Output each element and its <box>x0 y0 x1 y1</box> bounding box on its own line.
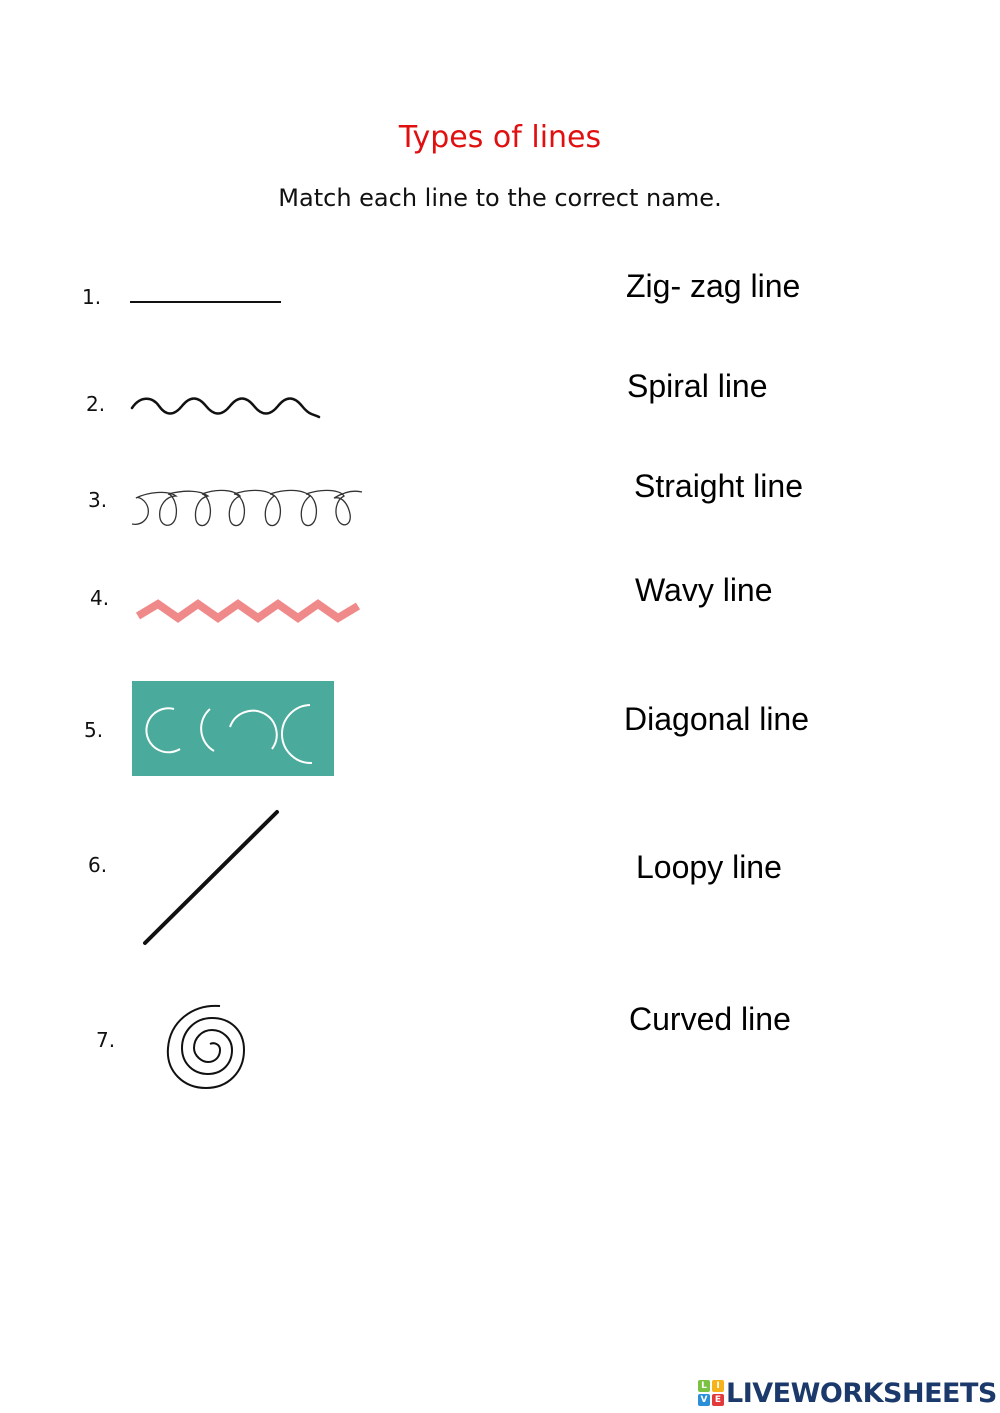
name-option-spiral[interactable]: Spiral line <box>627 368 768 405</box>
spiral-line-drawing <box>166 1004 246 1090</box>
liveworksheets-logo: L I V E LIVEWORKSHEETS <box>698 1376 997 1410</box>
curved-lines-drawing <box>132 681 334 776</box>
zig-zag-line-drawing <box>135 599 361 623</box>
item-number-3: 3. <box>88 488 108 512</box>
name-option-curved[interactable]: Curved line <box>629 1001 791 1038</box>
item-number-7: 7. <box>96 1028 116 1052</box>
wavy-line-drawing <box>130 397 321 419</box>
item-number-6: 6. <box>88 853 108 877</box>
logo-text: LIVEWORKSHEETS <box>726 1377 997 1409</box>
item-number-2: 2. <box>86 392 106 416</box>
worksheet-title: Types of lines <box>398 120 602 155</box>
straight-line-drawing <box>130 301 281 303</box>
loopy-line-drawing <box>131 489 363 527</box>
logo-letter: I <box>712 1380 724 1392</box>
logo-grid-icon: L I V E <box>698 1380 724 1406</box>
name-option-zig-zag[interactable]: Zig- zag line <box>626 268 800 305</box>
name-option-straight[interactable]: Straight line <box>634 468 803 505</box>
name-option-diagonal[interactable]: Diagonal line <box>624 701 809 738</box>
name-option-loopy[interactable]: Loopy line <box>636 849 782 886</box>
item-number-1: 1. <box>82 285 102 309</box>
logo-letter: V <box>698 1394 710 1406</box>
logo-letter: E <box>712 1394 724 1406</box>
logo-letter: L <box>698 1380 710 1392</box>
worksheet-instruction: Match each line to the correct name. <box>278 184 722 212</box>
name-option-wavy[interactable]: Wavy line <box>635 572 773 609</box>
item-number-5: 5. <box>84 718 104 742</box>
diagonal-line-drawing <box>143 810 279 945</box>
item-number-4: 4. <box>90 586 110 610</box>
